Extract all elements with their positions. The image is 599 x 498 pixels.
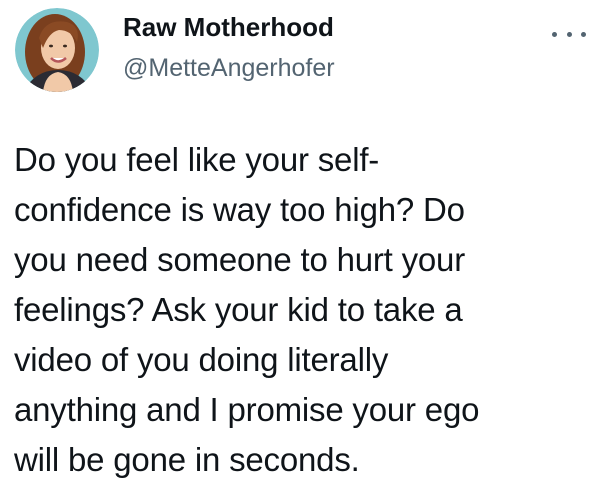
tweet-text-line: confidence is way too high? Do	[14, 191, 465, 228]
tweet-text-line: you need someone to hurt your	[14, 241, 465, 278]
tweet-text-line: Do you feel like your self-	[14, 141, 380, 178]
tweet-text-line: will be gone in seconds.	[14, 441, 360, 478]
avatar[interactable]	[15, 8, 99, 92]
tweet-text-line: feelings? Ask your kid to take a	[14, 291, 463, 328]
author-display-name[interactable]: Raw Motherhood	[123, 11, 334, 43]
dot	[581, 31, 586, 37]
dot	[552, 31, 557, 37]
more-options-icon[interactable]	[552, 24, 586, 44]
profile-photo-icon	[15, 8, 99, 92]
tweet-text: Do you feel like your self- confidence i…	[14, 135, 584, 485]
author-handle[interactable]: @MetteAngerhofer	[123, 52, 335, 84]
tweet-text-line: anything and I promise your ego	[14, 391, 480, 428]
tweet-card: Raw Motherhood @MetteAngerhofer Do you f…	[0, 0, 599, 498]
tweet-text-line: video of you doing literally	[14, 341, 389, 378]
dot	[566, 31, 572, 37]
